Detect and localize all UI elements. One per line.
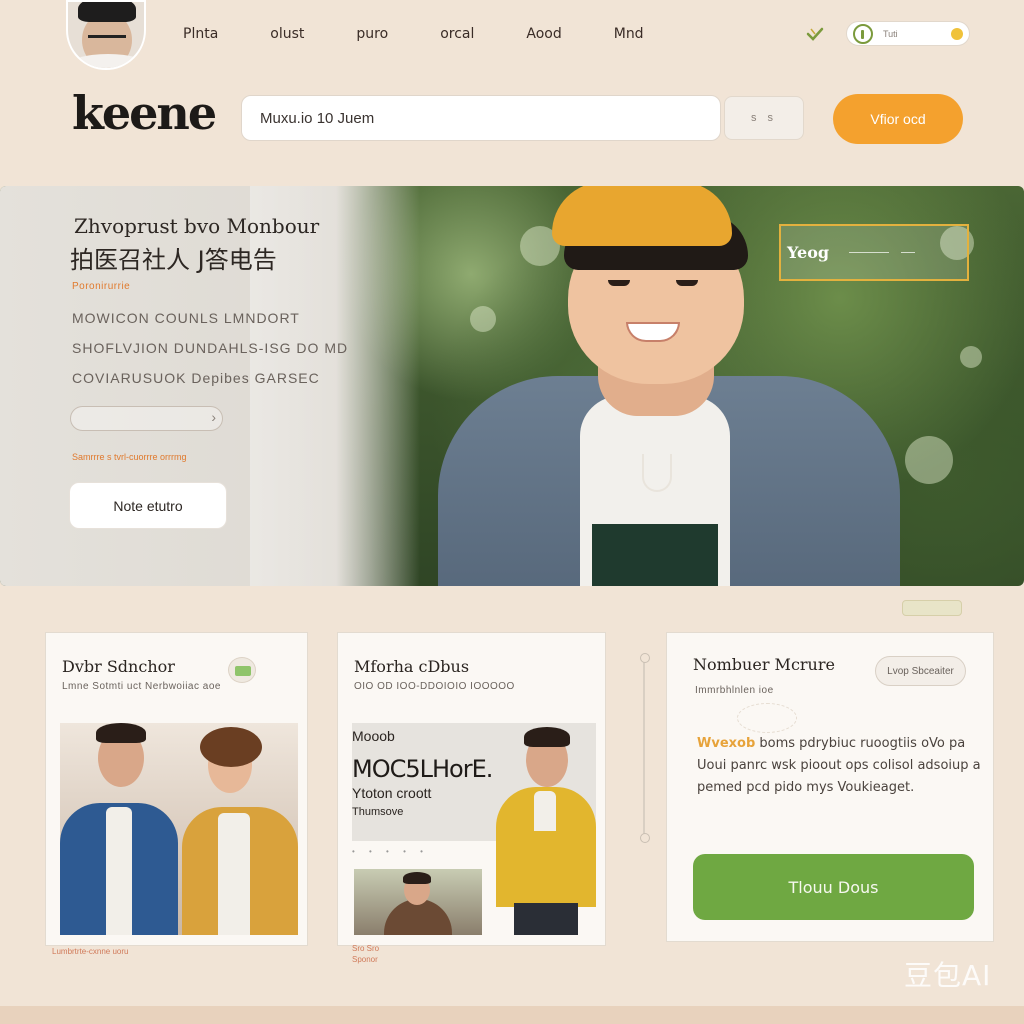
- card-2-thumbnail[interactable]: [354, 869, 482, 935]
- nav-link-6[interactable]: Mnd: [614, 26, 644, 42]
- hero-banner: Zhvoprust bvo Monbour 拍医召社人 J答电告 Poronir…: [0, 186, 1024, 586]
- info-card: Nombuer Mcrure Immrbhlnlen ioe Lvop Sbce…: [666, 632, 994, 942]
- nav-link-1[interactable]: Plnta: [183, 26, 218, 42]
- nav-link-4[interactable]: orcal: [440, 26, 474, 42]
- card-2-poster-headline: MOC5LHorE.: [352, 755, 493, 783]
- card-3-cta-button[interactable]: Tlouu Dous: [693, 854, 974, 920]
- power-icon: [853, 23, 873, 44]
- hero-line-1: MOWICON COUNLS LMNDORT: [72, 310, 300, 326]
- account-toggle[interactable]: Tuti: [846, 21, 970, 46]
- hero-title: Zhvoprust bvo Monbour: [74, 214, 320, 238]
- nav-link-2[interactable]: olust: [270, 26, 304, 42]
- card-2-poster-line-1: Ytoton croott: [352, 785, 432, 801]
- card-1-caption: Lumbrtrte-cxnne uoru: [52, 947, 129, 956]
- card-2-poster-kicker: Mooob: [352, 728, 395, 744]
- card-3-subtitle: Immrbhlnlen ioe: [695, 685, 774, 696]
- status-dot-icon: [951, 27, 963, 40]
- card-2-poster-dots: • • • • •: [352, 847, 429, 856]
- card-1-badge-icon[interactable]: [228, 657, 256, 683]
- card-3-filter-pill[interactable]: Lvop Sbceaiter: [875, 656, 966, 686]
- hero-tag[interactable]: Yeog: [779, 224, 969, 281]
- product-card-2[interactable]: Mforha cDbus OIO OD IOO-DDOIOIO IOOOOO M…: [337, 632, 606, 946]
- search-input[interactable]: [241, 95, 721, 141]
- hero-line-2: SHOFLVJION DUNDAHLS-ISG DO MD: [72, 340, 349, 356]
- hero-action-button[interactable]: Note etutro: [69, 482, 227, 529]
- hero-tag-label: Yeog: [787, 243, 830, 262]
- card-2-caption: Sro Sro Sponor: [352, 943, 379, 965]
- card-3-body-accent: Wvexob: [697, 736, 756, 751]
- nav-link-5[interactable]: Aood: [526, 26, 561, 42]
- card-1-subtitle: Lmne Sotmti uct Nerbwoiiac aoe: [62, 681, 221, 692]
- card-2-title: Mforha cDbus: [354, 657, 470, 676]
- brand-logo[interactable]: keene: [72, 86, 217, 140]
- account-toggle-label: Tuti: [883, 28, 898, 39]
- carousel-handle[interactable]: [902, 600, 962, 616]
- card-2-model-photo: [494, 725, 598, 935]
- watermark-logo: 豆包AI: [904, 959, 992, 992]
- bokeh-light: [905, 436, 953, 484]
- card-1-photo: [60, 723, 298, 935]
- search-filter-button[interactable]: s s: [724, 96, 804, 140]
- hero-email-field[interactable]: [70, 406, 223, 431]
- leaf-pattern-icon: [737, 703, 797, 733]
- nav-link-3[interactable]: puro: [356, 26, 388, 42]
- bokeh-light: [960, 346, 982, 368]
- card-2-poster-line-2: Thumsove: [352, 806, 404, 818]
- card-2-subtitle: OIO OD IOO-DDOIOIO IOOOOO: [354, 681, 515, 692]
- card-2-caption-line-1: Sro Sro: [352, 944, 380, 953]
- card-3-title: Nombuer Mcrure: [693, 655, 835, 674]
- product-card-1[interactable]: Dvbr Sdnchor Lmne Sotmti uct Nerbwoiiac …: [45, 632, 308, 946]
- vertical-slider[interactable]: [640, 653, 650, 843]
- hero-note: Samrrre s tvrl-cuorrre orrrmg: [72, 452, 187, 462]
- card-3-body: Wvexob boms pdrybiuc ruoogtiis oVo pa Uo…: [697, 733, 987, 799]
- hero-kicker: Poronirurrie: [72, 281, 131, 292]
- hero-title-cn: 拍医召社人 J答电告: [70, 246, 277, 274]
- top-nav: Plnta olust puro orcal Aood Mnd: [183, 26, 696, 42]
- check-icon[interactable]: [806, 26, 824, 42]
- hero-line-3: COVIARUSUOK Depibes GARSEC: [72, 370, 320, 386]
- card-2-caption-line-2: Sponor: [352, 955, 378, 964]
- user-avatar[interactable]: [66, 0, 146, 70]
- footer-band: [0, 1006, 1024, 1024]
- card-1-title: Dvbr Sdnchor: [62, 657, 175, 676]
- header-cta-button[interactable]: Vfior ocd: [833, 94, 963, 144]
